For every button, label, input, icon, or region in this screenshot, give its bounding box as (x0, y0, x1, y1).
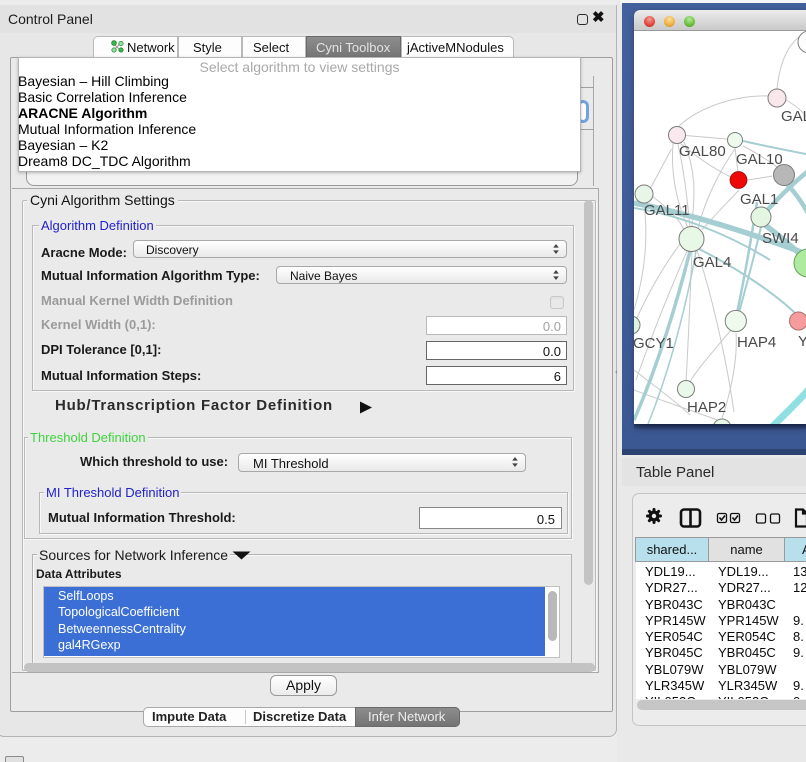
svg-text:HAP4: HAP4 (737, 334, 776, 351)
svg-text:GAL80: GAL80 (679, 143, 726, 160)
svg-text:GAL10: GAL10 (736, 151, 783, 168)
svg-text:Y: Y (798, 333, 806, 350)
svg-text:GAL4: GAL4 (693, 254, 731, 271)
svg-text:HAP2: HAP2 (687, 399, 726, 416)
svg-text:GAL7: GAL7 (781, 108, 806, 125)
svg-text:SWI4: SWI4 (762, 230, 799, 247)
svg-text:GAL1: GAL1 (740, 191, 778, 208)
svg-text:GAL11: GAL11 (644, 202, 690, 219)
svg-text:GCY1: GCY1 (634, 335, 674, 352)
